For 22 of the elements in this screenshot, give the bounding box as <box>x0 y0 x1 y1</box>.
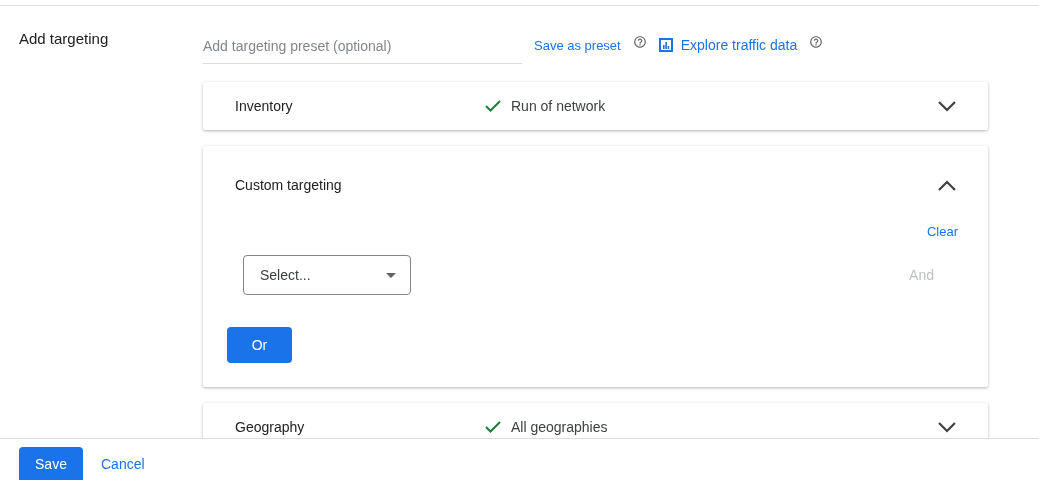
panel-title[interactable]: Inventory <box>235 98 485 114</box>
check-icon <box>485 100 501 112</box>
bar-chart-icon[interactable] <box>658 38 673 52</box>
save-preset-link[interactable]: Save as preset <box>534 37 621 53</box>
clear-link[interactable]: Clear <box>926 224 958 239</box>
panel-title[interactable]: Custom targeting <box>235 177 485 193</box>
section-label: Add targeting <box>19 30 109 47</box>
panel-summary: Run of network <box>511 98 606 114</box>
chevron-up-icon[interactable] <box>938 179 956 191</box>
save-button[interactable]: Save <box>19 447 83 480</box>
dropdown-arrow-icon <box>386 272 396 278</box>
panel-summary: All geographies <box>511 419 608 435</box>
panel-title[interactable]: Geography <box>235 419 485 435</box>
chevron-down-icon[interactable] <box>938 100 956 112</box>
or-button[interactable]: Or <box>227 327 292 363</box>
select-dropdown[interactable]: Select... <box>243 255 411 295</box>
check-icon <box>485 421 501 433</box>
cancel-button[interactable]: Cancel <box>101 447 145 480</box>
chevron-down-icon[interactable] <box>938 421 956 433</box>
help-icon[interactable] <box>632 35 647 49</box>
help-icon[interactable] <box>809 35 824 49</box>
explore-traffic-link[interactable]: Explore traffic data <box>680 37 798 53</box>
